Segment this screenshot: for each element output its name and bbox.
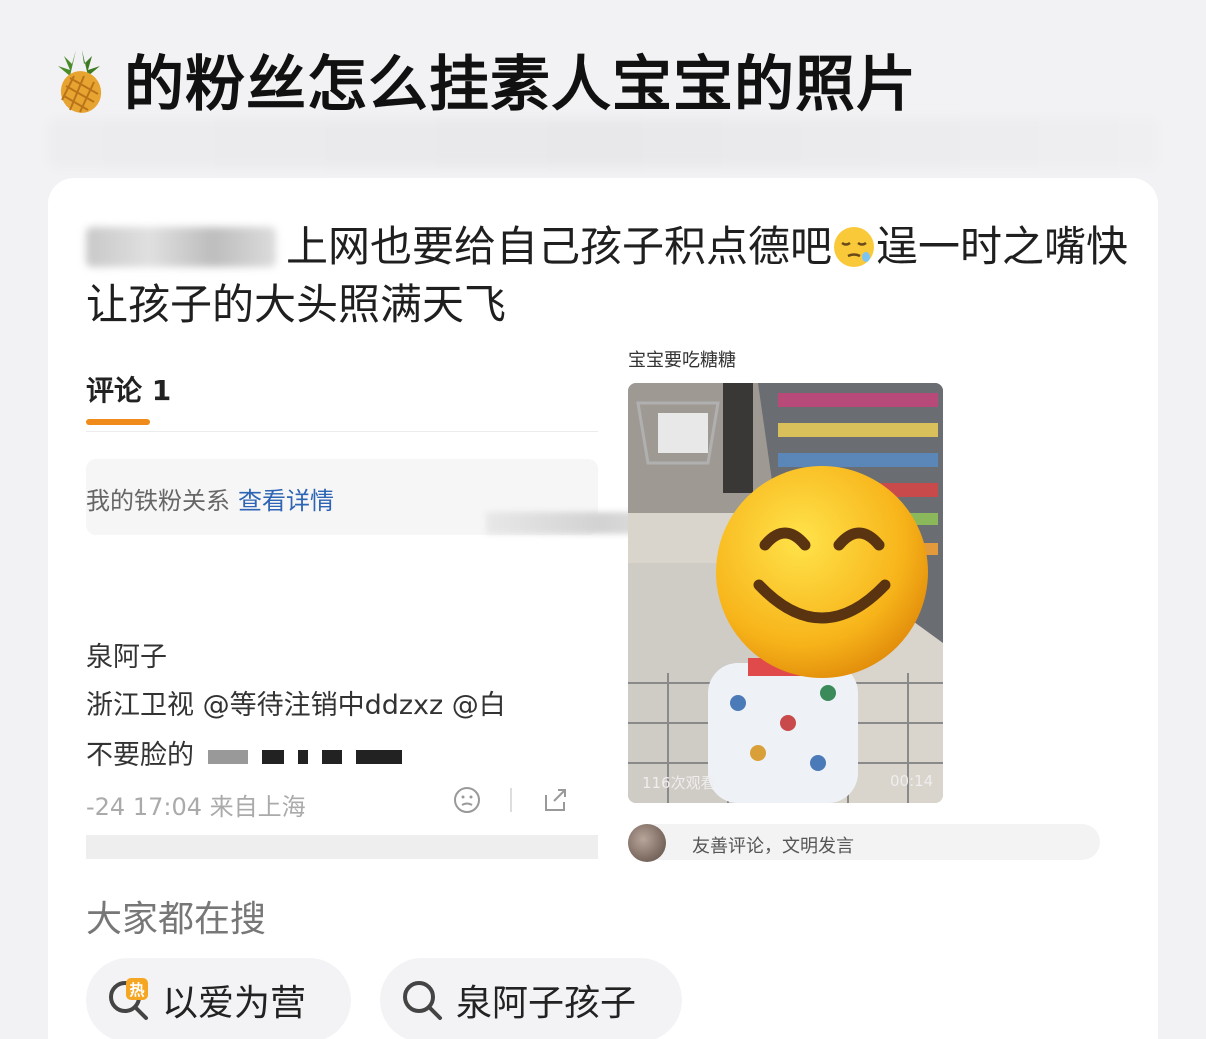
comment-actions [452,785,570,815]
hot-search-icon: 热 [109,978,148,1020]
comment-user-name[interactable]: 泉阿子 [86,635,167,674]
post-text-part-1: 上网也要给自己孩子积点德吧 [286,222,833,271]
fan-relation-text: 我的铁粉关系 查看详情 [86,481,334,516]
view-count: 116次观看 [642,774,716,792]
comment-screenshot: 评论 1 我的铁粉关系 查看详情 泉阿子 浙江卫视 @等待注销中ddzxz @白 … [86,355,598,860]
comment-text-visible: 不要脸的 [86,740,194,771]
search-chip-label: 泉阿子孩子 [456,983,637,1024]
title-row: 的粉丝怎么挂素人宝宝的照片 [48,36,917,123]
svg-text:热: 热 [129,981,144,999]
pixelated-block [262,749,284,764]
sad-face-icon[interactable] [452,785,482,815]
page-title: 的粉丝怎么挂素人宝宝的照片 [124,50,917,120]
search-chip-label: 以爱为营 [162,983,307,1024]
share-icon[interactable] [540,785,570,815]
tab-underline [86,419,150,425]
divider [86,431,598,432]
comment-mentions: 浙江卫视 @等待注销中ddzxz @白 [86,690,506,721]
comments-heading: 评论 1 [86,374,172,407]
action-divider [510,788,512,812]
smiling-face-icon [716,466,928,678]
search-chip-2[interactable]: 泉阿子孩子 [380,958,682,1039]
search-chip-1[interactable]: 热 以爱为营 [86,958,351,1039]
post-text: 上网也要给自己孩子积点德吧 逞一时之嘴快让孩子的大头照满天飞 [86,218,1146,334]
comment-meta: -24 17:04 来自上海 [86,793,306,821]
video-duration: 00:14 [890,772,934,790]
pixelated-block [298,749,308,764]
sleepy-face-icon [834,227,875,267]
pixelated-block [208,749,248,764]
view-details-link[interactable]: 查看详情 [238,487,334,515]
trending-search-heading: 大家都在搜 [86,899,267,940]
video-thumbnail[interactable] [628,383,943,803]
video-caption: 宝宝要吃糖糖 [628,350,736,371]
bottom-bar [86,835,598,859]
search-icon [403,981,442,1020]
pixelated-block [322,749,342,764]
comment-input-placeholder: 友善评论，文明发言 [692,836,854,857]
pixelated-block [356,749,402,764]
avatar [628,824,666,862]
faint-subtitle-blur [48,118,1158,168]
fan-relation-label: 我的铁粉关系 [86,487,230,515]
comment-blurred-text: 不要脸的 [86,733,402,772]
blurred-username [86,227,276,267]
pineapple-icon [58,49,102,113]
